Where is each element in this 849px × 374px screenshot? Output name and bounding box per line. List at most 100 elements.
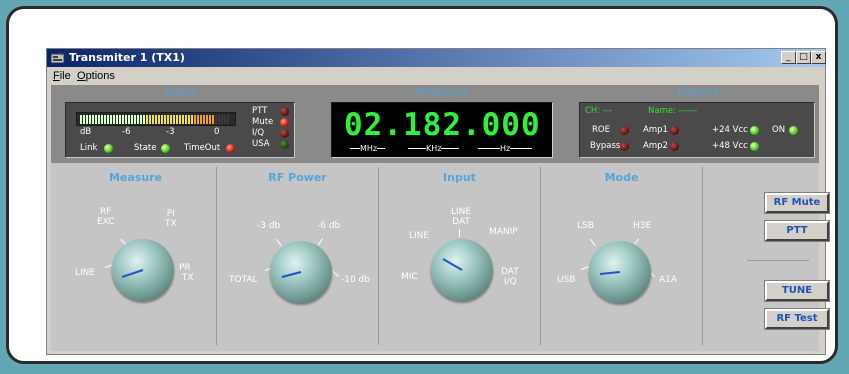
state-label: State: [134, 143, 157, 153]
vu-segment: [179, 114, 181, 124]
vu-segment: [101, 114, 103, 124]
measure-pr-label: PR TX: [179, 263, 194, 283]
measure-section: Measure RF EXC PI TX LINE PR TX: [55, 167, 217, 345]
on-label: ON: [772, 125, 786, 135]
vu-segment: [185, 114, 187, 124]
vu-segment: [224, 114, 226, 124]
knob-pointer: [442, 258, 463, 271]
input-dat-text: DAT: [501, 267, 519, 277]
vu-segment: [92, 114, 94, 124]
vu-segment: [137, 114, 139, 124]
input-datiq-label: DAT I/Q: [501, 267, 519, 287]
vu-segment: [104, 114, 106, 124]
menu-options-mnemonic: O: [77, 70, 86, 82]
roe-led: [620, 126, 629, 135]
vcc24-led: [750, 126, 759, 135]
on-led: [789, 126, 798, 135]
vu-segment: [149, 114, 151, 124]
unit-hz-label: Hz: [500, 144, 511, 153]
input-knob[interactable]: [431, 239, 493, 301]
tune-button[interactable]: TUNE: [764, 280, 830, 302]
knob-pointer: [599, 271, 621, 275]
vu-segment: [221, 114, 223, 124]
link-led: [104, 144, 113, 153]
usa-led: [280, 140, 289, 149]
mute-led: [280, 118, 289, 127]
vu-segment: [191, 114, 193, 124]
unit-khz: KHz: [408, 144, 460, 153]
rfpower-knob[interactable]: [270, 241, 332, 303]
vu-segment: [173, 114, 175, 124]
menu-file[interactable]: File: [53, 70, 71, 82]
ptt-button[interactable]: PTT: [764, 220, 830, 242]
mode-knob[interactable]: [589, 241, 651, 303]
amp2-label: Amp2: [643, 141, 668, 151]
frequency-title: Frequency: [416, 87, 468, 98]
rf-test-button[interactable]: RF Test: [764, 308, 830, 330]
amp1-label: Amp1: [643, 125, 668, 135]
vu-segment: [89, 114, 91, 124]
vcc48-led: [750, 142, 759, 151]
rfpower-tick: [332, 271, 340, 277]
roe-label: ROE: [592, 125, 610, 135]
knob-pointer: [121, 269, 144, 278]
menu-options-rest: ptions: [85, 70, 115, 82]
measure-knob[interactable]: [112, 239, 174, 301]
amp1-led: [670, 126, 679, 135]
rfpower-10db-label: -10 db: [341, 275, 370, 285]
vu-segment: [83, 114, 85, 124]
measure-exc-text: EXC: [97, 217, 115, 227]
vu-segment: [161, 114, 163, 124]
rfpower-3db-label: -3 db: [257, 221, 281, 231]
measure-rf-text: RF: [100, 207, 112, 217]
input-linedat-label: LINE DAT: [451, 207, 471, 227]
vu-segment: [140, 114, 142, 124]
close-button[interactable]: x: [811, 51, 826, 64]
vu-segment: [80, 114, 82, 124]
vu-segment: [176, 114, 178, 124]
transmitter-window: Transmiter 1 (TX1) _ □ x File Options St…: [46, 48, 830, 355]
vu-segment: [113, 114, 115, 124]
scale-zero: 0: [214, 127, 220, 137]
title-bar[interactable]: Transmiter 1 (TX1) _ □ x: [47, 49, 826, 67]
ptt-label: PTT: [252, 106, 268, 116]
app-icon: [51, 52, 64, 63]
ptt-led: [280, 107, 289, 116]
scale-minus6: -6: [122, 127, 131, 137]
vu-segment: [131, 114, 133, 124]
measure-tx2-text: TX: [181, 273, 194, 283]
rf-mute-button[interactable]: RF Mute: [764, 192, 830, 214]
vu-segment: [200, 114, 202, 124]
channel-name: Name: ------: [648, 106, 698, 116]
vu-segment: [128, 114, 130, 124]
vu-segment: [122, 114, 124, 124]
vu-segment: [203, 114, 205, 124]
vu-segment: [98, 114, 100, 124]
vu-segment: [206, 114, 208, 124]
scale-db: dB: [80, 127, 92, 137]
mode-title: Mode: [604, 171, 639, 184]
vu-segment: [107, 114, 109, 124]
vu-segment: [95, 114, 97, 124]
state-led: [161, 144, 170, 153]
usa-label: USA: [252, 139, 270, 149]
bypass-label: Bypass: [590, 141, 621, 151]
minimize-button[interactable]: _: [781, 51, 796, 64]
scale-minus3: -3: [166, 127, 175, 137]
unit-mhz-label: MHz: [360, 144, 378, 153]
rfpower-total-label: TOTAL: [229, 275, 258, 285]
vu-segment: [218, 114, 220, 124]
menu-file-rest: ile: [59, 70, 71, 82]
bypass-led: [620, 142, 629, 151]
measure-pr-text: PR: [179, 263, 191, 273]
screenshot-frame: Transmiter 1 (TX1) _ □ x File Options St…: [6, 6, 838, 364]
vu-segment: [110, 114, 112, 124]
mute-label: Mute: [252, 117, 274, 127]
link-label: Link: [80, 143, 98, 153]
menu-options[interactable]: Options: [77, 70, 115, 82]
maximize-button[interactable]: □: [796, 51, 811, 64]
vu-segment: [209, 114, 211, 124]
iq-label: I/Q: [252, 128, 265, 138]
unit-mhz: MHz: [350, 144, 386, 153]
rfpower-section: RF Power -3 db -6 db TOTAL -10 db: [217, 167, 379, 345]
